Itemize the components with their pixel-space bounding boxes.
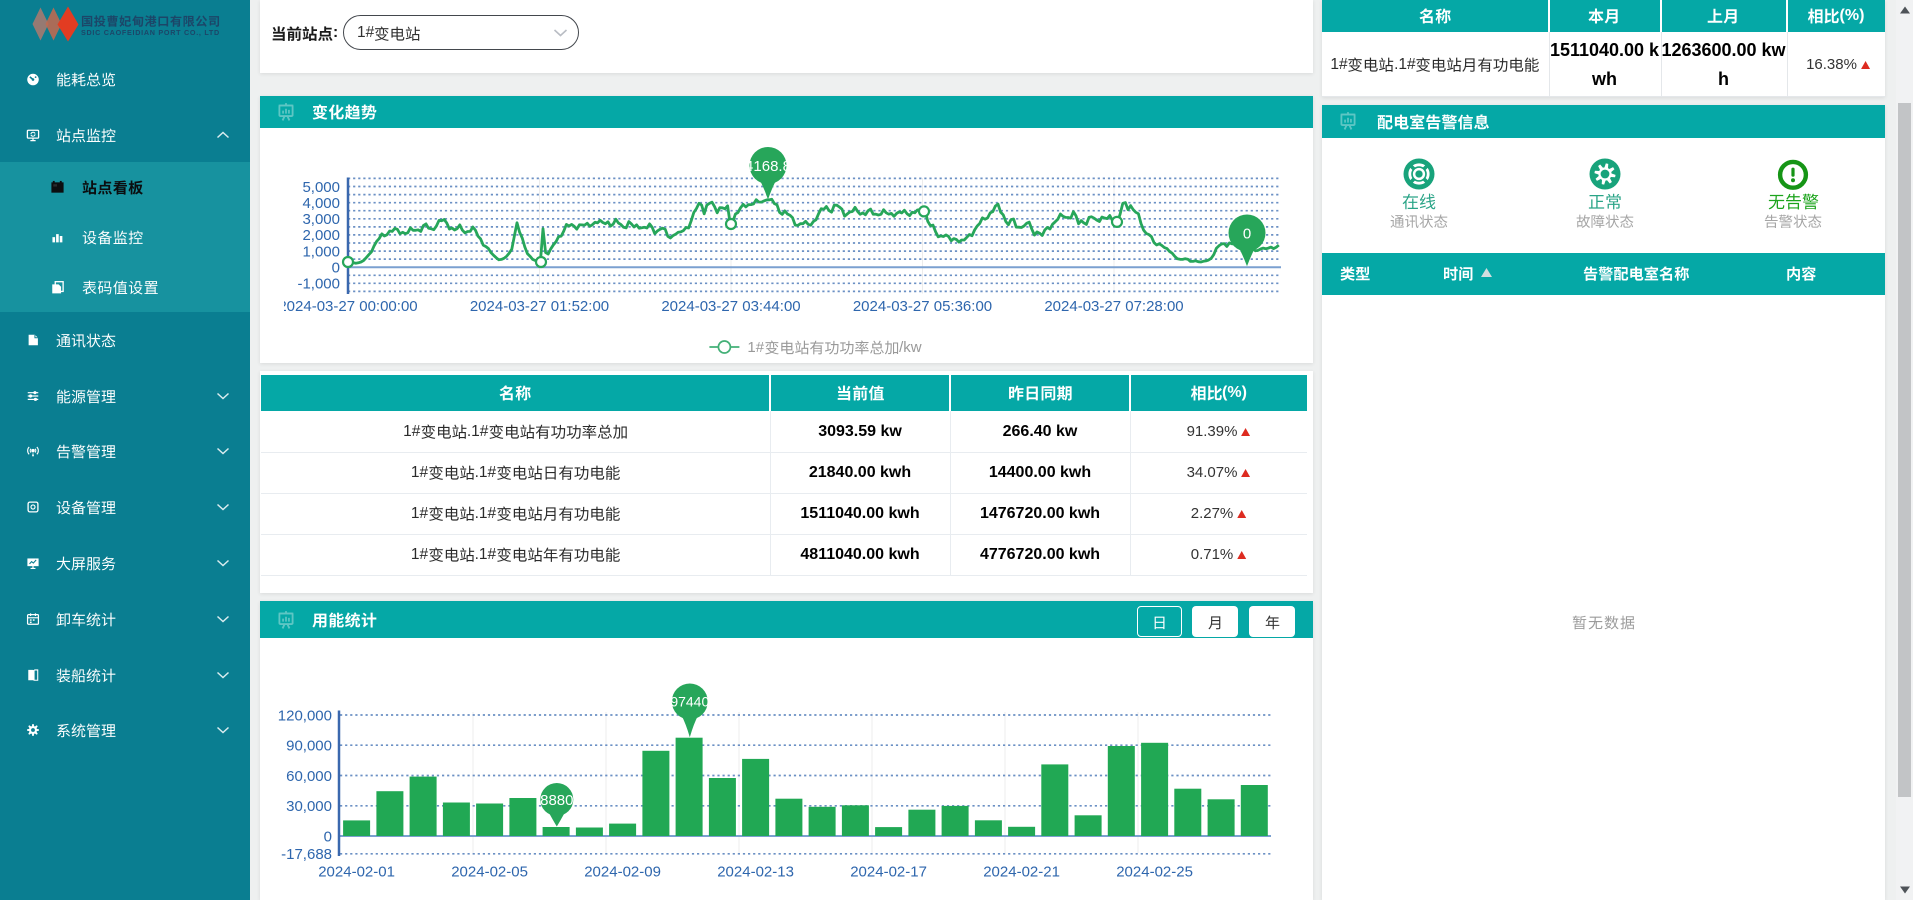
svg-text:97440: 97440 [670,694,709,710]
svg-text:4,000: 4,000 [302,195,340,212]
svg-text:4168.8: 4168.8 [745,158,791,175]
svg-text:2024-03-27 00:00:00: 2024-03-27 00:00:00 [284,298,418,315]
svg-text:2024-03-27 03:44:00: 2024-03-27 03:44:00 [661,298,800,315]
svg-text:0: 0 [324,828,332,845]
svg-text:0: 0 [1243,225,1251,242]
svg-text:2024-02-01: 2024-02-01 [318,863,395,880]
svg-text:5,000: 5,000 [302,179,340,196]
svg-text:60,000: 60,000 [286,768,332,785]
svg-text:-1,000: -1,000 [297,276,340,293]
svg-text:2024-02-21: 2024-02-21 [983,863,1060,880]
svg-text:2024-02-09: 2024-02-09 [584,863,661,880]
svg-text:120,000: 120,000 [278,707,332,724]
svg-text:2024-03-27 01:52:00: 2024-03-27 01:52:00 [470,298,609,315]
svg-text:-17,688: -17,688 [281,846,332,863]
svg-text:2024-02-25: 2024-02-25 [1116,863,1193,880]
svg-text:2024-03-27 05:36:00: 2024-03-27 05:36:00 [853,298,992,315]
svg-text:2024-02-13: 2024-02-13 [717,863,794,880]
svg-text:0: 0 [332,260,340,277]
svg-text:2024-02-05: 2024-02-05 [451,863,528,880]
svg-text:2024-03-27 07:28:00: 2024-03-27 07:28:00 [1044,298,1183,315]
svg-text:90,000: 90,000 [286,738,332,755]
svg-text:2024-02-17: 2024-02-17 [850,863,927,880]
svg-text:2,000: 2,000 [302,227,340,244]
svg-text:30,000: 30,000 [286,798,332,815]
svg-text:3,000: 3,000 [302,211,340,228]
svg-text:8880: 8880 [540,792,573,809]
svg-text:1,000: 1,000 [302,243,340,260]
